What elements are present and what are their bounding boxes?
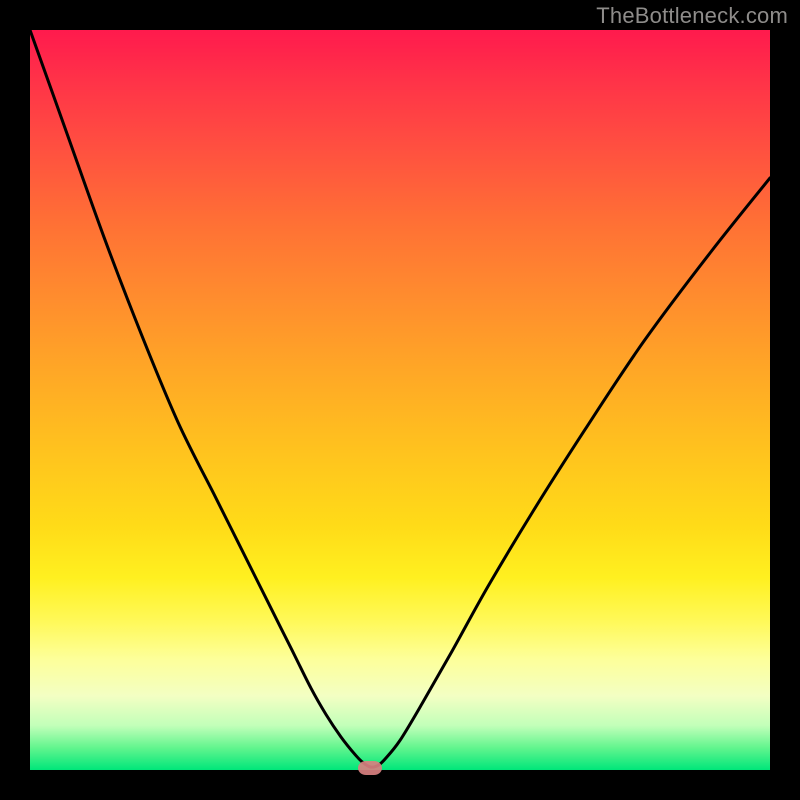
plot-area	[30, 30, 770, 770]
chart-frame: TheBottleneck.com	[0, 0, 800, 800]
watermark-text: TheBottleneck.com	[596, 3, 788, 29]
optimum-marker	[358, 761, 382, 775]
bottleneck-curve	[30, 30, 770, 770]
